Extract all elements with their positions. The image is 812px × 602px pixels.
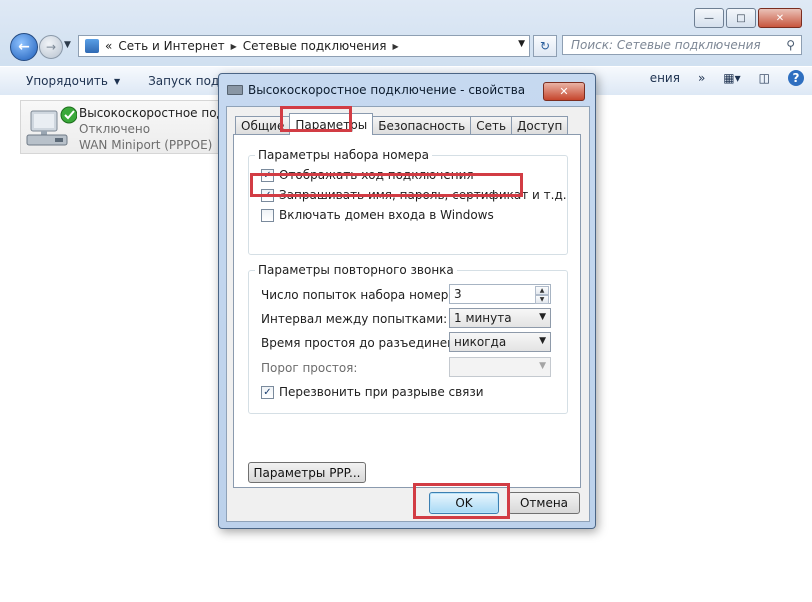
interval-select[interactable]: 1 минута ▼ — [449, 308, 551, 328]
option-redial-on-drop[interactable]: ✓ Перезвонить при разрыве связи — [261, 385, 484, 399]
ppp-settings-button[interactable]: Параметры PPP... — [248, 462, 366, 483]
modem-connection-icon — [26, 106, 77, 146]
tab-security[interactable]: Безопасность — [372, 116, 472, 135]
checkbox[interactable]: ✓ — [261, 385, 274, 399]
options-tab-panel: Параметры набора номера ✓ Отображать ход… — [233, 134, 581, 488]
stepper-down-icon[interactable]: ▼ — [535, 295, 549, 304]
checkbox[interactable]: ✓ — [261, 188, 274, 202]
breadcrumb-network-internet[interactable]: Сеть и Интернет — [118, 39, 224, 53]
tab-strip: Общие Параметры Безопасность Сеть Доступ — [235, 113, 569, 135]
redial-group-title: Параметры повторного звонка — [255, 263, 457, 277]
tab-sharing[interactable]: Доступ — [511, 116, 569, 135]
organize-label: Упорядочить — [26, 74, 108, 88]
stepper-up-icon[interactable]: ▲ — [535, 286, 549, 295]
search-input[interactable]: Поиск: Сетевые подключения ⚲ — [562, 35, 802, 55]
tab-options[interactable]: Параметры — [289, 113, 374, 135]
attempts-value: 3 — [454, 287, 462, 301]
option-prompt-credentials[interactable]: ✓ Запрашивать имя, пароль, сертификат и … — [261, 188, 567, 202]
help-icon[interactable]: ? — [788, 70, 804, 86]
more-commands-button[interactable]: » — [698, 71, 705, 85]
back-arrow-icon[interactable]: ← — [10, 33, 38, 61]
option-show-progress[interactable]: ✓ Отображать ход подключения — [261, 168, 474, 182]
threshold-label: Порог простоя: — [261, 361, 358, 375]
forward-arrow-icon[interactable]: → — [39, 35, 63, 59]
interval-value: 1 минута — [454, 311, 512, 325]
dialog-title: Высокоскоростное подключение - свойства — [248, 83, 526, 97]
close-button[interactable]: ✕ — [758, 8, 802, 28]
redial-options-group: Параметры повторного звонка Число попыто… — [248, 263, 568, 414]
tab-network[interactable]: Сеть — [470, 116, 513, 135]
interval-label: Интервал между попытками: — [261, 312, 448, 326]
attempts-label: Число попыток набора номера: — [261, 288, 460, 302]
address-bar[interactable]: « Сеть и Интернет ▶ Сетевые подключения … — [78, 35, 530, 57]
connection-name: Высокоскоростное подкл — [79, 106, 240, 120]
chevron-down-icon: ▼ — [539, 336, 546, 346]
chevron-down-icon: ▼ — [539, 361, 546, 371]
dialog-body: Общие Параметры Безопасность Сеть Доступ… — [226, 106, 590, 522]
dialog-titlebar: Высокоскоростное подключение - свойства — [227, 83, 525, 97]
cancel-button[interactable]: Отмена — [508, 492, 580, 514]
threshold-select: ▼ — [449, 357, 551, 377]
connection-details: Высокоскоростное подкл Отключено WAN Min… — [79, 105, 241, 153]
history-dropdown-icon[interactable]: ▼ — [64, 40, 71, 50]
preview-pane-icon[interactable]: ◫ — [759, 71, 770, 85]
toolbar-partial-item[interactable]: ения — [650, 71, 680, 85]
attempts-stepper[interactable]: 3 ▲ ▼ — [449, 284, 551, 304]
minimize-button[interactable]: — — [694, 8, 724, 28]
chevron-down-icon: ▼ — [539, 312, 546, 322]
dial-group-title: Параметры набора номера — [255, 148, 432, 162]
window-controls: — □ ✕ — [694, 8, 802, 28]
breadcrumb: « Сеть и Интернет ▶ Сетевые подключения … — [85, 39, 399, 53]
chevron-right-icon[interactable]: ▶ — [231, 42, 237, 51]
idle-label: Время простоя до разъединения: — [261, 336, 474, 350]
option-include-domain[interactable]: Включать домен входа в Windows — [261, 208, 494, 222]
chevron-down-icon[interactable]: ▼ — [518, 39, 525, 49]
chevron-right-icon[interactable]: ▶ — [393, 42, 399, 51]
option-label: Запрашивать имя, пароль, сертификат и т.… — [279, 188, 567, 202]
close-icon[interactable]: ✕ — [543, 82, 585, 101]
breadcrumb-overflow[interactable]: « — [105, 39, 112, 53]
option-label: Отображать ход подключения — [279, 168, 474, 182]
option-label: Включать домен входа в Windows — [279, 208, 494, 222]
maximize-button[interactable]: □ — [726, 8, 756, 28]
search-icon[interactable]: ⚲ — [786, 38, 795, 52]
view-options-icon[interactable]: ▦▾ — [723, 71, 740, 85]
connection-icon — [227, 85, 243, 95]
connection-status: Отключено — [79, 122, 151, 136]
breadcrumb-network-connections[interactable]: Сетевые подключения — [243, 39, 387, 53]
network-folder-icon — [85, 39, 99, 53]
ok-button[interactable]: OK — [429, 492, 499, 514]
checkbox[interactable]: ✓ — [261, 168, 274, 182]
idle-select[interactable]: никогда ▼ — [449, 332, 551, 352]
connection-device: WAN Miniport (PPPOE) — [79, 138, 213, 152]
connection-item-pppoe[interactable]: Высокоскоростное подкл Отключено WAN Min… — [20, 100, 244, 154]
refresh-icon[interactable]: ↻ — [533, 35, 557, 57]
dial-options-group: Параметры набора номера ✓ Отображать ход… — [248, 148, 568, 255]
properties-dialog: Высокоскоростное подключение - свойства … — [218, 73, 596, 529]
search-placeholder: Поиск: Сетевые подключения — [571, 38, 761, 52]
option-label: Перезвонить при разрыве связи — [279, 385, 484, 399]
tab-general[interactable]: Общие — [235, 116, 291, 135]
idle-value: никогда — [454, 335, 507, 349]
checkbox[interactable] — [261, 208, 274, 222]
stepper-buttons: ▲ ▼ — [535, 286, 549, 304]
organize-button[interactable]: Упорядочить ▼ — [0, 74, 134, 88]
command-bar-right: ения » ▦▾ ◫ ? — [650, 70, 804, 86]
chevron-down-icon: ▼ — [113, 76, 121, 86]
